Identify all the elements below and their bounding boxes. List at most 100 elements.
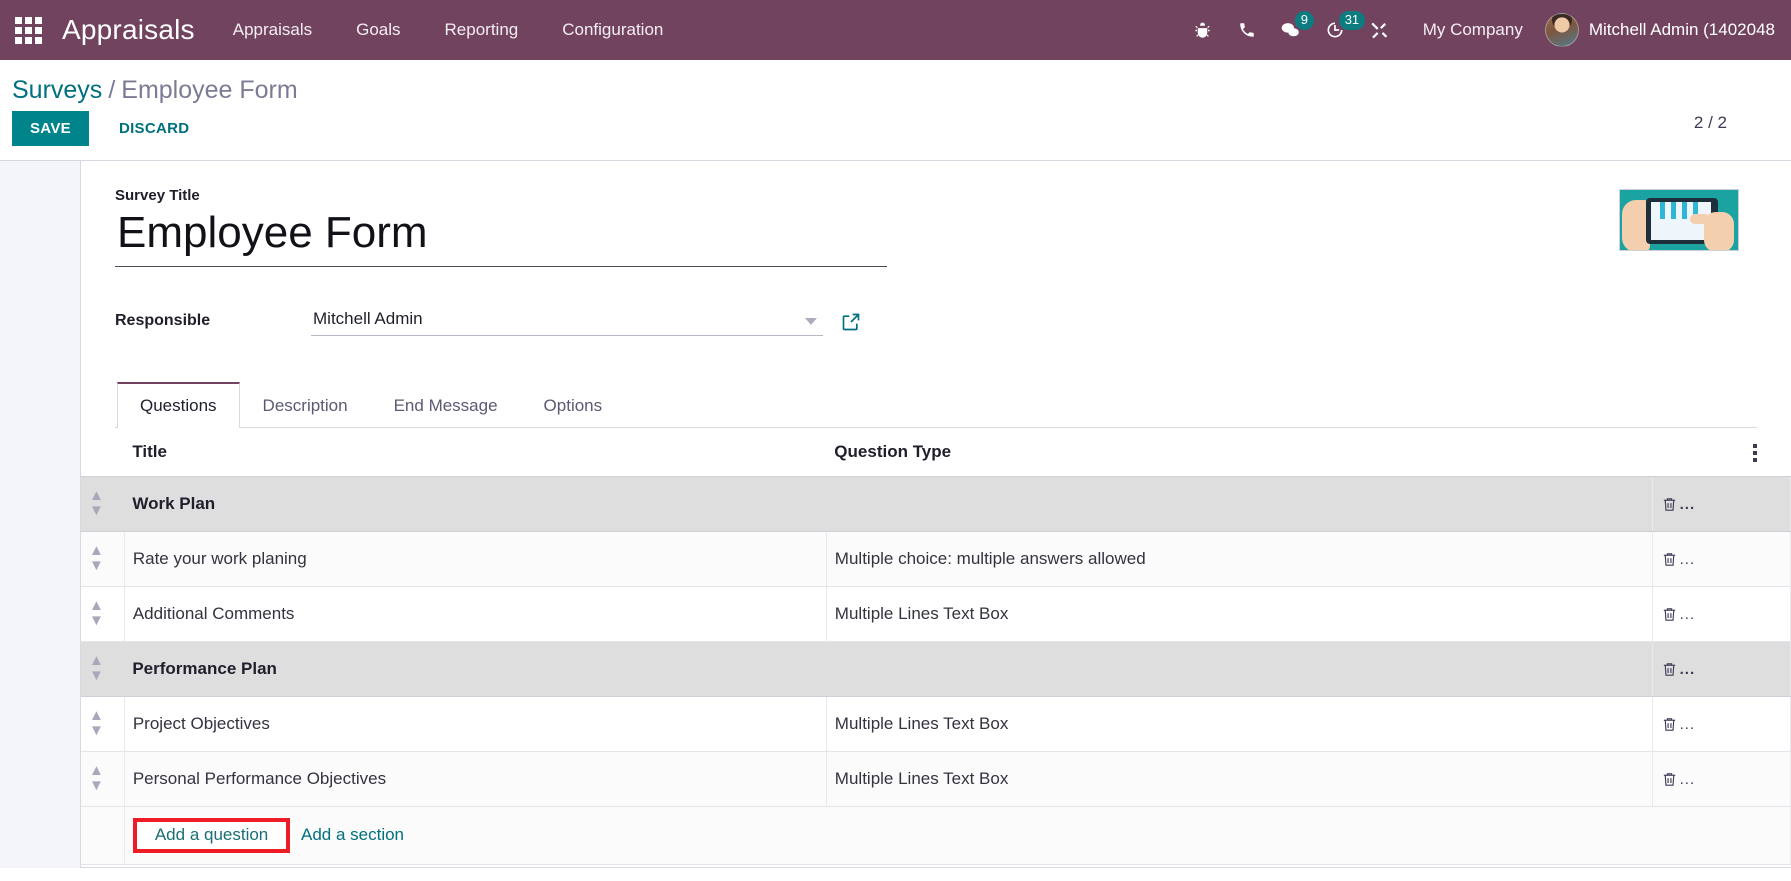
table-row[interactable]: ▲ ▼ Rate your work planing Multiple choic…: [81, 531, 1791, 587]
add-links-cell: Add a question Add a section: [124, 806, 1791, 865]
row-end-cell: [1745, 696, 1791, 752]
header-title: Title: [124, 428, 827, 477]
row-drag-handle[interactable]: ▲ ▼: [81, 586, 125, 642]
activities-clock-icon[interactable]: 31: [1313, 0, 1366, 60]
menu-configuration[interactable]: Configuration: [540, 0, 685, 60]
drag-handle-icon: ▲ ▼: [89, 652, 104, 684]
add-a-section-link[interactable]: Add a section: [301, 825, 404, 845]
row-question-type[interactable]: [826, 641, 1653, 697]
finger-shape: [1690, 214, 1710, 224]
row-end-cell: [1745, 531, 1791, 587]
table-row[interactable]: ▲ ▼ Performance Plan ...: [81, 641, 1791, 697]
tab-options[interactable]: Options: [521, 382, 626, 428]
questions-list: Title Question Type ▲ ▼ Work Plan ... ▲ …: [81, 428, 1791, 865]
row-drag-handle[interactable]: ▲ ▼: [81, 476, 125, 532]
add-row-spacer: [81, 806, 125, 865]
form-sheet-inner: Survey Title Responsible Questions Descr…: [81, 187, 1791, 865]
phone-icon[interactable]: [1225, 0, 1269, 60]
table-row[interactable]: ▲ ▼ Project Objectives Multiple Lines Tex…: [81, 696, 1791, 752]
company-switcher[interactable]: My Company: [1401, 20, 1539, 40]
record-pager[interactable]: 2 / 2: [1694, 113, 1727, 133]
header-trash: [1652, 428, 1746, 477]
row-delete-button[interactable]: ...: [1652, 751, 1746, 807]
row-question-type[interactable]: [826, 476, 1653, 532]
menu-goals[interactable]: Goals: [334, 0, 422, 60]
row-delete-button[interactable]: ...: [1652, 531, 1746, 587]
content-area: Survey Title Responsible Questions Descr…: [0, 161, 1791, 868]
row-end-cell: [1745, 476, 1791, 532]
row-overflow-dots: ...: [1679, 551, 1696, 568]
bug-icon[interactable]: [1181, 0, 1225, 60]
row-question-type[interactable]: Multiple Lines Text Box: [826, 586, 1653, 642]
row-title[interactable]: Additional Comments: [124, 586, 827, 642]
row-title[interactable]: Rate your work planing: [124, 531, 827, 587]
apps-menu-button[interactable]: [0, 0, 56, 60]
row-drag-handle[interactable]: ▲ ▼: [81, 696, 125, 752]
row-title[interactable]: Work Plan: [124, 476, 827, 532]
row-overflow-dots: ...: [1679, 496, 1696, 513]
table-row[interactable]: ▲ ▼ Additional Comments Multiple Lines Te…: [81, 586, 1791, 642]
control-panel: Surveys / Employee Form SAVE DISCARD 2 / 2: [0, 60, 1791, 161]
row-end-cell: [1745, 641, 1791, 697]
user-name: Mitchell Admin (1402048: [1588, 20, 1775, 39]
row-drag-handle[interactable]: ▲ ▼: [81, 641, 125, 697]
row-end-cell: [1745, 751, 1791, 807]
row-title[interactable]: Performance Plan: [124, 641, 827, 697]
save-button[interactable]: SAVE: [12, 111, 89, 146]
survey-thumbnail-image[interactable]: [1619, 189, 1739, 251]
header-question-type: Question Type: [826, 428, 1653, 477]
breadcrumb-current: Employee Form: [121, 76, 298, 104]
row-drag-handle[interactable]: ▲ ▼: [81, 531, 125, 587]
apps-grid-icon: [14, 16, 42, 44]
row-overflow-dots: ...: [1679, 716, 1696, 733]
header-handle: [81, 428, 125, 477]
responsible-input[interactable]: [311, 307, 781, 335]
chevron-down-icon[interactable]: [805, 318, 817, 325]
optional-columns-toggle[interactable]: [1745, 428, 1791, 477]
tab-description[interactable]: Description: [240, 382, 371, 428]
form-sheet: Survey Title Responsible Questions Descr…: [80, 161, 1791, 868]
breadcrumb-separator: /: [108, 76, 116, 104]
add-row: Add a question Add a section: [81, 806, 1791, 865]
row-title[interactable]: Project Objectives: [124, 696, 827, 752]
survey-title-input[interactable]: [115, 206, 887, 267]
app-brand-appraisals[interactable]: Appraisals: [56, 14, 211, 46]
vertical-dots-icon: [1753, 443, 1758, 462]
row-delete-button[interactable]: ...: [1652, 641, 1746, 697]
row-question-type[interactable]: Multiple Lines Text Box: [826, 696, 1653, 752]
internal-link-icon[interactable]: [841, 312, 861, 336]
control-panel-actions: SAVE DISCARD 2 / 2: [0, 111, 1775, 160]
avatar: [1544, 13, 1579, 47]
drag-handle-icon: ▲ ▼: [89, 597, 104, 629]
row-question-type[interactable]: Multiple choice: multiple answers allowe…: [826, 531, 1653, 587]
user-menu[interactable]: Mitchell Admin (1402048: [1539, 13, 1775, 47]
row-overflow-dots: ...: [1679, 771, 1696, 788]
drag-handle-icon: ▲ ▼: [89, 762, 104, 794]
questions-table-body: ▲ ▼ Work Plan ... ▲ ▼ Rate your work pla…: [81, 476, 1791, 865]
row-drag-handle[interactable]: ▲ ▼: [81, 751, 125, 807]
row-title[interactable]: Personal Performance Objectives: [124, 751, 827, 807]
breadcrumb-surveys[interactable]: Surveys: [12, 76, 102, 104]
table-row[interactable]: ▲ ▼ Personal Performance Objectives Multi…: [81, 751, 1791, 807]
drag-handle-icon: ▲ ▼: [89, 707, 104, 739]
row-question-type[interactable]: Multiple Lines Text Box: [826, 751, 1653, 807]
row-delete-button[interactable]: ...: [1652, 476, 1746, 532]
tab-questions[interactable]: Questions: [117, 382, 240, 428]
row-delete-button[interactable]: ...: [1652, 586, 1746, 642]
menu-reporting[interactable]: Reporting: [423, 0, 541, 60]
drag-handle-icon: ▲ ▼: [89, 487, 104, 519]
table-row[interactable]: ▲ ▼ Work Plan ...: [81, 476, 1791, 532]
responsible-field-row: Responsible: [115, 307, 1757, 336]
notebook: Questions Description End Message Option…: [81, 382, 1791, 865]
notebook-tabs: Questions Description End Message Option…: [115, 382, 1757, 428]
tools-icon[interactable]: [1357, 0, 1401, 60]
add-a-question-highlight: Add a question: [132, 818, 291, 853]
messages-icon[interactable]: 9: [1269, 0, 1314, 60]
tab-end-message[interactable]: End Message: [371, 382, 521, 428]
row-delete-button[interactable]: ...: [1652, 696, 1746, 752]
breadcrumb: Surveys / Employee Form: [0, 60, 1775, 111]
add-a-question-link[interactable]: Add a question: [155, 825, 268, 845]
menu-appraisals[interactable]: Appraisals: [211, 0, 334, 60]
row-end-cell: [1745, 586, 1791, 642]
discard-button[interactable]: DISCARD: [101, 111, 207, 146]
